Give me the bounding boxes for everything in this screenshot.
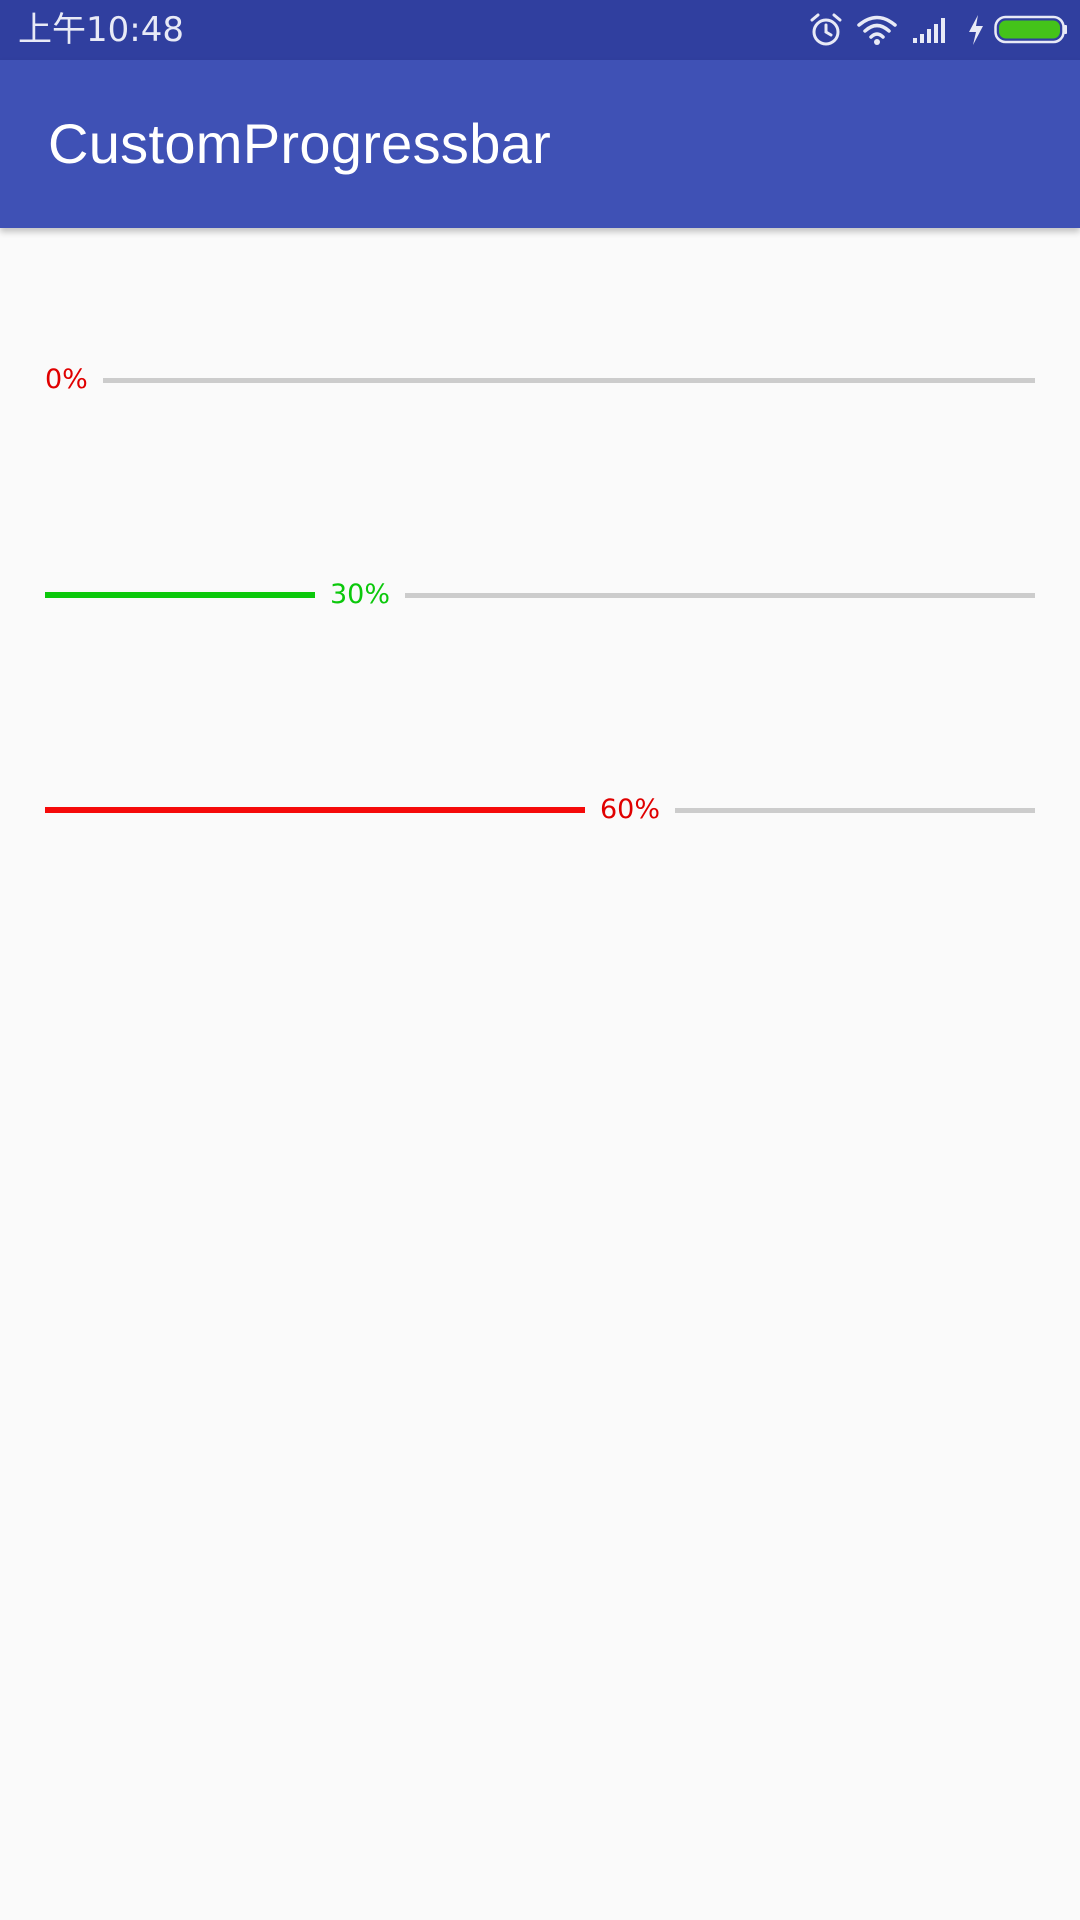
progress-label: 30% bbox=[330, 579, 391, 610]
status-bar: 上午10:48 bbox=[0, 0, 1080, 60]
progress-label: 0% bbox=[45, 364, 88, 395]
progress-unreached bbox=[675, 808, 1035, 813]
wifi-icon bbox=[857, 15, 897, 45]
status-time: 上午10:48 bbox=[18, 10, 184, 50]
signal-icon bbox=[913, 18, 945, 43]
progress-bar-0: 0% bbox=[45, 350, 1035, 410]
charging-icon bbox=[969, 15, 983, 45]
progress-bar-30: 30% bbox=[45, 565, 1035, 625]
app-title: CustomProgressbar bbox=[48, 112, 552, 175]
content-area: 0% 30% 60% bbox=[0, 228, 1080, 1920]
progress-reached bbox=[45, 592, 315, 598]
status-icons bbox=[790, 0, 1080, 60]
progress-unreached bbox=[405, 593, 1035, 598]
progress-label: 60% bbox=[600, 794, 661, 825]
alarm-icon bbox=[810, 13, 842, 46]
app-bar: CustomProgressbar bbox=[0, 60, 1080, 228]
progress-reached bbox=[45, 807, 585, 813]
progress-unreached bbox=[102, 378, 1035, 383]
battery-icon bbox=[994, 15, 1067, 44]
progress-bar-60: 60% bbox=[45, 780, 1035, 840]
